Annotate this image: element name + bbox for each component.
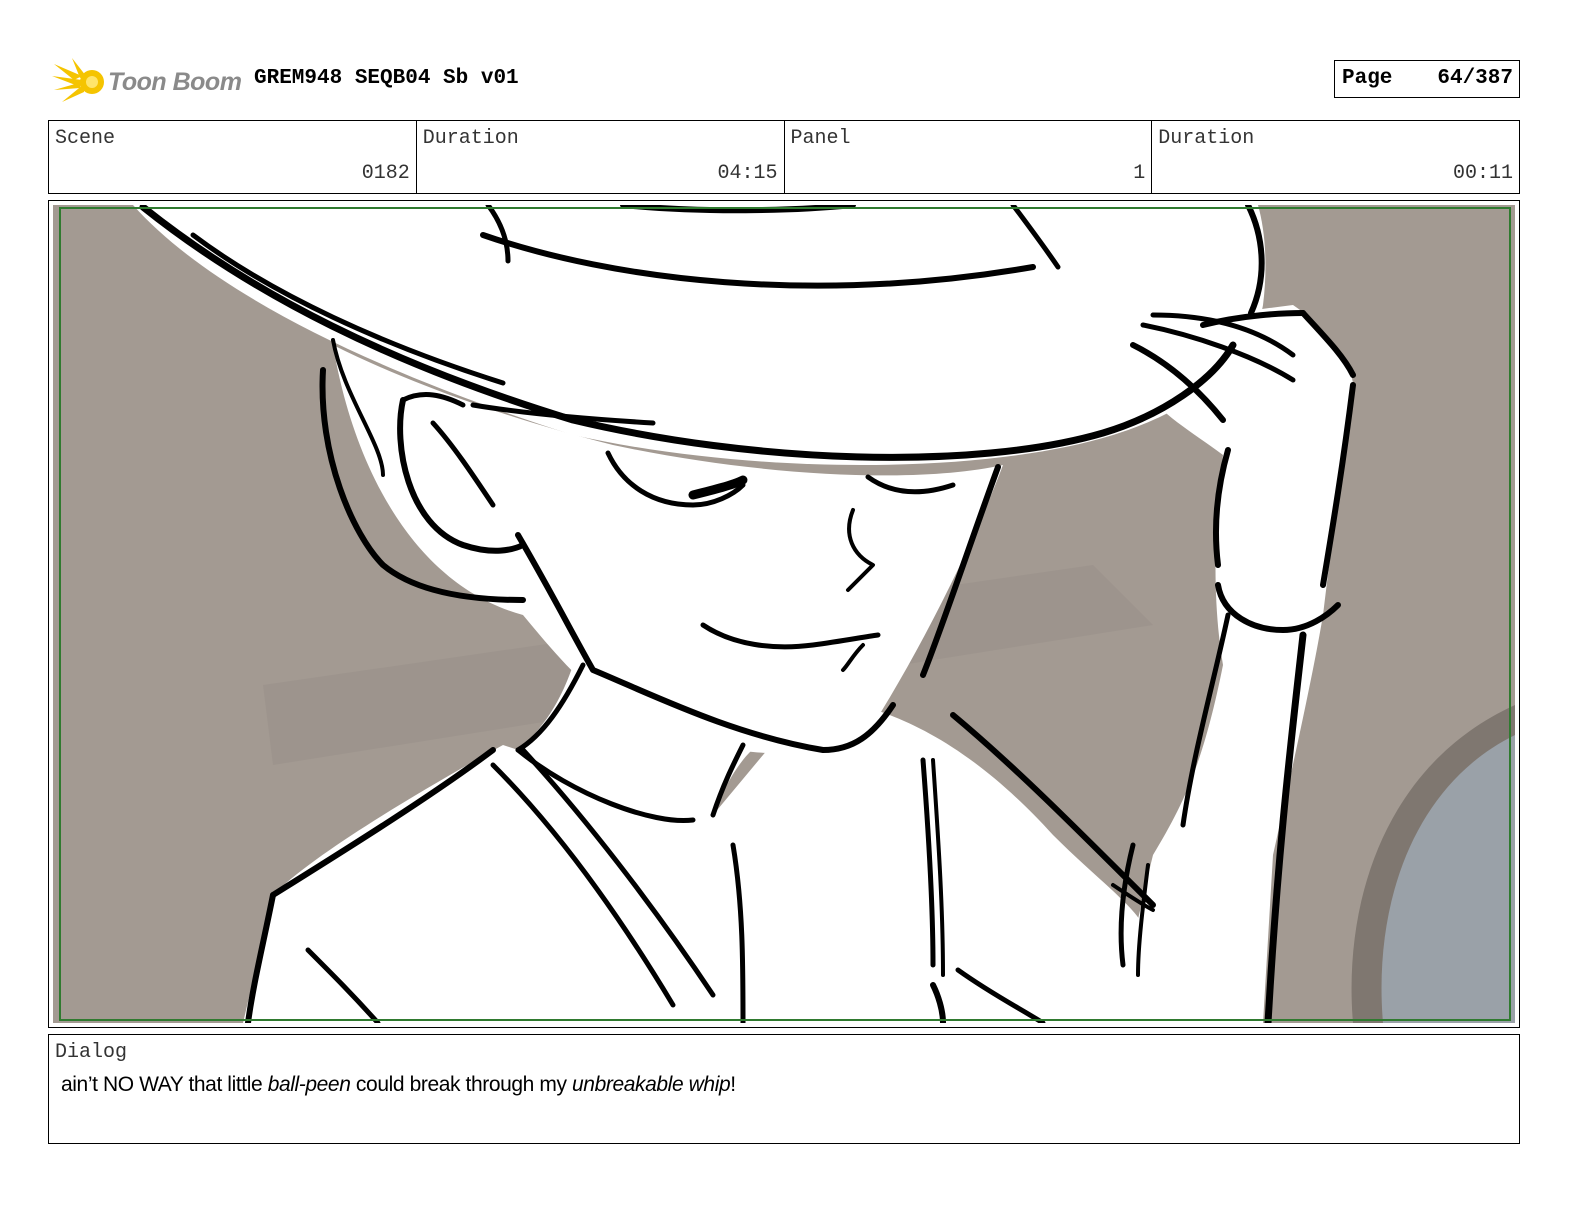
scene-value: 0182 bbox=[361, 162, 410, 185]
page-indicator: Page 64/387 bbox=[1334, 60, 1520, 98]
dialog-box: Dialog ain’t NO WAY that little ball-pee… bbox=[48, 1034, 1520, 1144]
page-value: 64/387 bbox=[1437, 67, 1513, 90]
panel-cell: Panel 1 bbox=[785, 121, 1153, 193]
dialog-emphasis: unbreakable whip bbox=[572, 1073, 731, 1096]
panel-label: Panel bbox=[790, 127, 851, 150]
scene-label: Scene bbox=[55, 127, 116, 150]
scene-duration-value: 04:15 bbox=[717, 162, 778, 185]
document-title: GREM948 SEQB04 Sb v01 bbox=[254, 67, 519, 90]
dialog-text: ain’t NO WAY that little ball-peen could… bbox=[61, 1073, 736, 1097]
dialog-part: could break through my bbox=[350, 1073, 573, 1096]
storyboard-panel bbox=[48, 200, 1520, 1028]
scene-cell: Scene 0182 bbox=[49, 121, 417, 193]
scene-duration-label: Duration bbox=[422, 127, 519, 150]
panel-duration-label: Duration bbox=[1158, 127, 1255, 150]
logo-text: Toon Boom bbox=[108, 68, 242, 96]
dialog-emphasis: ball-peen bbox=[267, 1073, 351, 1096]
panel-value: 1 bbox=[1133, 162, 1146, 185]
page-label: Page bbox=[1342, 67, 1393, 90]
panel-drawing bbox=[53, 205, 1515, 1023]
toon-boom-logo: Toon Boom bbox=[52, 56, 242, 106]
dialog-label: Dialog bbox=[55, 1041, 128, 1064]
dialog-part: ain’t NO WAY that little bbox=[61, 1073, 268, 1096]
panel-duration-cell: Duration 00:11 bbox=[1152, 121, 1519, 193]
toon-boom-star-icon bbox=[52, 58, 104, 102]
scene-info-row: Scene 0182 Duration 04:15 Panel 1 Durati… bbox=[48, 120, 1520, 194]
panel-duration-value: 00:11 bbox=[1452, 162, 1513, 185]
dialog-part: ! bbox=[730, 1073, 736, 1096]
page-header: Toon Boom GREM948 SEQB04 Sb v01 Page 64/… bbox=[48, 52, 1520, 108]
scene-duration-cell: Duration 04:15 bbox=[417, 121, 785, 193]
